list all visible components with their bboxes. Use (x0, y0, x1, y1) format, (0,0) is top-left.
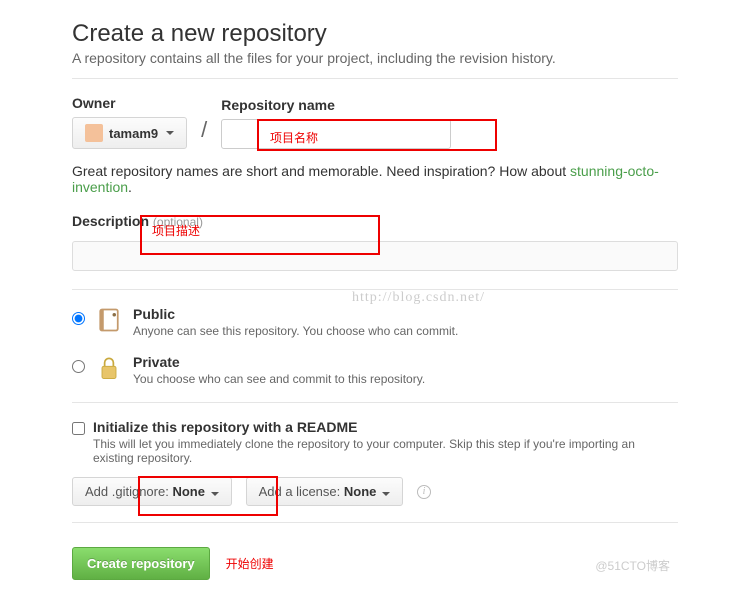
init-readme-checkbox[interactable] (72, 422, 85, 435)
divider (72, 522, 678, 523)
annotation-text: 开始创建 (226, 555, 274, 572)
create-repository-button[interactable]: Create repository (72, 547, 210, 580)
repo-icon (95, 306, 123, 334)
divider (72, 402, 678, 403)
init-title: Initialize this repository with a README (93, 419, 357, 435)
repo-name-label: Repository name (221, 97, 451, 113)
page-title: Create a new repository (72, 20, 678, 48)
watermark-text: http://blog.csdn.net/ (352, 290, 485, 306)
public-sub: Anyone can see this repository. You choo… (133, 324, 458, 338)
private-title: Private (133, 354, 180, 370)
private-sub: You choose who can see and commit to thi… (133, 372, 425, 386)
annotation-box (138, 476, 278, 516)
chevron-down-icon (382, 492, 390, 496)
annotation-text: 项目描述 (152, 222, 200, 239)
chevron-down-icon (166, 131, 174, 135)
public-radio[interactable] (72, 312, 85, 325)
slash-separator: / (197, 117, 211, 149)
owner-label: Owner (72, 95, 187, 111)
init-sub: This will let you immediately clone the … (93, 437, 678, 465)
annotation-text: 项目名称 (270, 129, 318, 146)
private-radio[interactable] (72, 360, 85, 373)
owner-username: tamam9 (109, 126, 158, 141)
divider (72, 78, 678, 79)
owner-select-button[interactable]: tamam9 (72, 117, 187, 149)
name-hint: Great repository names are short and mem… (72, 163, 678, 195)
avatar-icon (85, 124, 103, 142)
lock-icon (95, 354, 123, 382)
public-title: Public (133, 306, 175, 322)
info-icon[interactable]: i (417, 485, 431, 499)
corner-watermark: @51CTO博客 (595, 557, 670, 574)
page-subtitle: A repository contains all the files for … (72, 50, 678, 66)
